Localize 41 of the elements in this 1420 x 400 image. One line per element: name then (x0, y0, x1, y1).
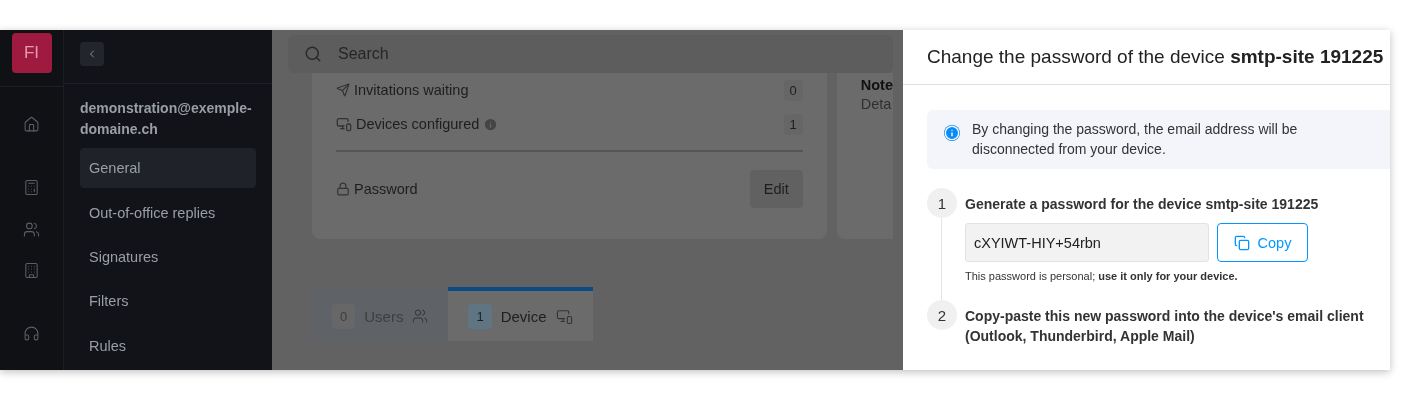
row-label: Invitations waiting (354, 82, 469, 98)
building-icon[interactable] (23, 262, 40, 279)
device-icon (336, 116, 352, 132)
users-icon (412, 308, 429, 324)
panel-title: Change the password of the device smtp-site 191225 (903, 30, 1390, 85)
step-number: 1 (927, 188, 957, 218)
tab-label: Device (500, 307, 547, 325)
home-icon[interactable] (23, 116, 40, 133)
nav-item[interactable]: Filters (80, 281, 256, 322)
calculator-icon[interactable] (23, 179, 40, 196)
notice-text: By changing the password, the email address will be disconnected from your device. (972, 120, 1299, 160)
row-label: Devices configured (356, 116, 480, 132)
copy-icon (1233, 234, 1250, 251)
collapse-button[interactable] (80, 42, 104, 66)
tab-count: 1 (468, 303, 492, 329)
step-number: 2 (927, 300, 957, 330)
step-title: Copy-paste this new password into the device's email client (Outlook, Thunderbird, Apple Mail) (965, 307, 1365, 346)
password-field[interactable]: cXYIWT-HIY+54rbn (965, 223, 1209, 262)
nav-item[interactable]: Out-of-office replies (80, 192, 256, 233)
app-logo[interactable]: FI (11, 33, 52, 73)
count-badge: 1 (783, 113, 803, 135)
password-hint: This password is personal; use it only for your device. (965, 270, 1239, 282)
tab[interactable]: 1 Device (448, 287, 593, 341)
nav-item[interactable]: Rules (80, 325, 256, 367)
password-label: Password (354, 181, 418, 197)
account-email: demonstration@exemple-domaine.ch (80, 98, 253, 139)
lock-icon (336, 182, 350, 196)
notes-title: Note (860, 77, 893, 93)
info-icon (944, 124, 960, 141)
notes-subtitle: Deta (860, 96, 893, 112)
info-icon (483, 116, 499, 132)
count-badge: 0 (783, 79, 803, 101)
step-title: Generate a password for the device smtp-site 191225 (965, 195, 1320, 214)
search-icon (304, 45, 322, 63)
headset-icon[interactable] (23, 325, 40, 342)
users-icon[interactable] (23, 221, 40, 238)
nav-item[interactable]: Signatures (80, 236, 256, 278)
nav-item[interactable]: General (80, 147, 256, 189)
device-icon (555, 307, 573, 325)
send-icon (336, 83, 350, 97)
copy-button[interactable]: Copy (1217, 223, 1308, 262)
